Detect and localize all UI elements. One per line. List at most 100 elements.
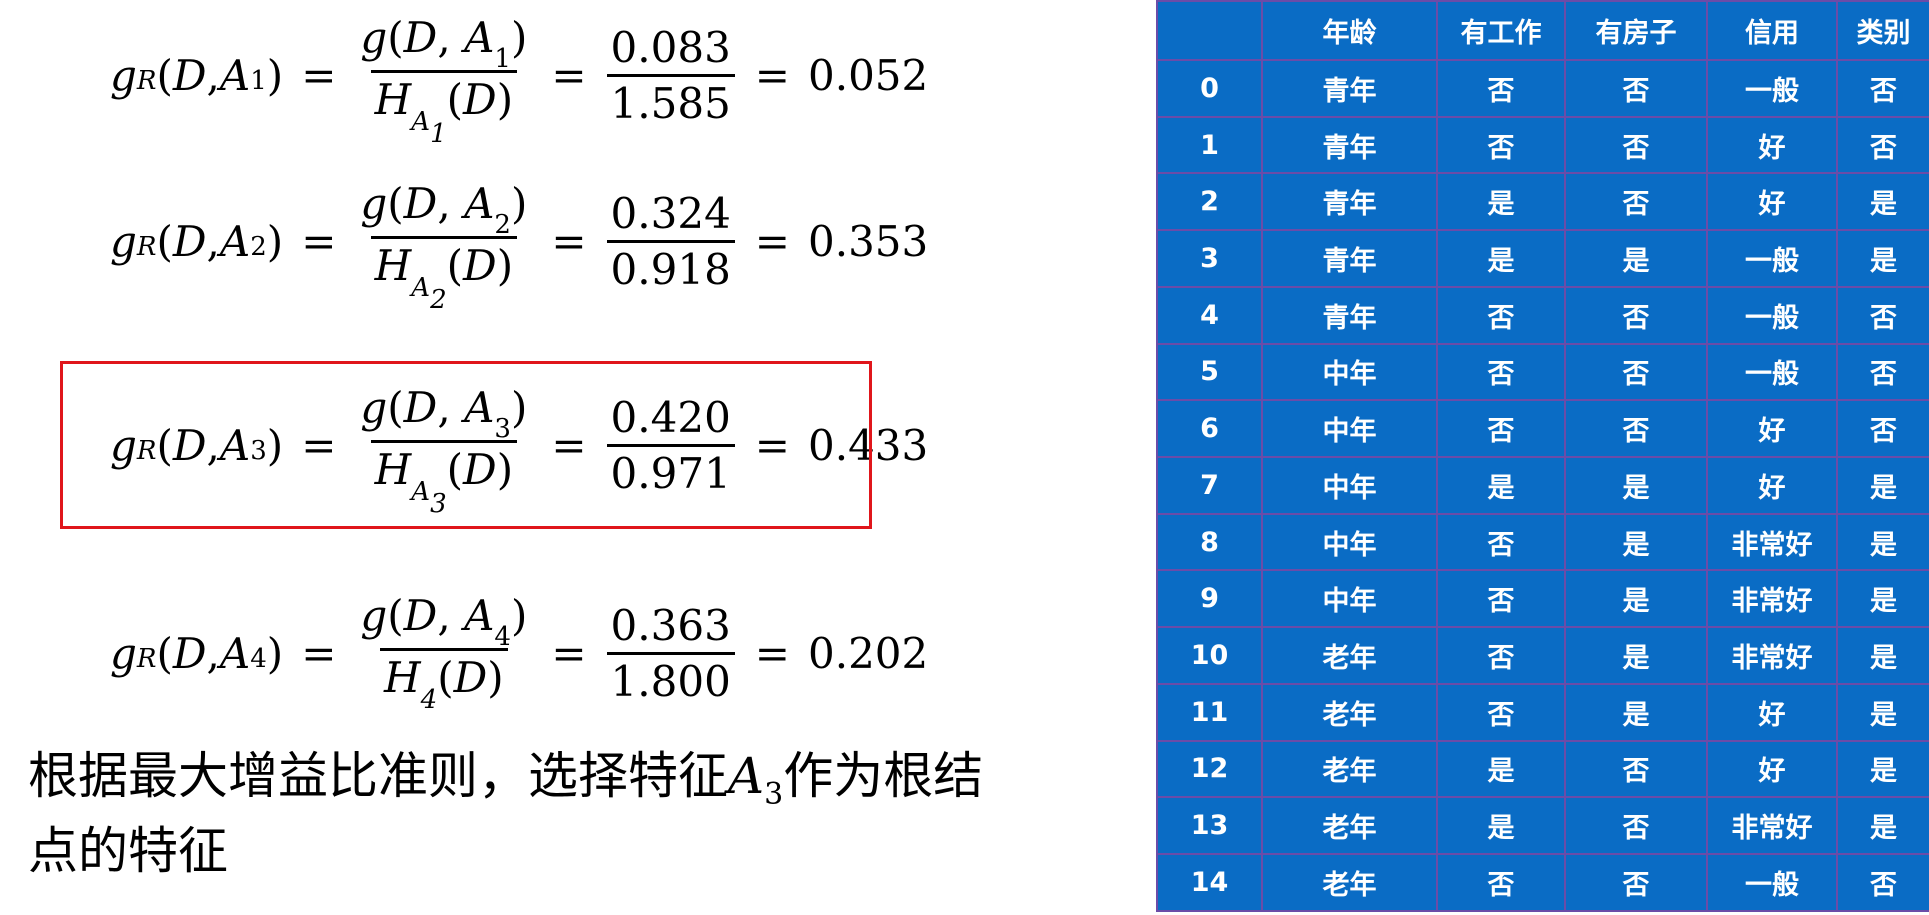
table-body: 0 青年否否一般否 1 青年否否好否 2 青年是否好是 3 青年是是一般是 4 青年否否一般否 5 中… <box>1156 59 1929 912</box>
table-cell: 否 <box>1564 399 1708 459</box>
table-cell: 好 <box>1706 456 1838 515</box>
table-row: 10 老年否是非常好是 <box>1156 626 1929 685</box>
table-cell: 一般 <box>1706 342 1838 402</box>
highlight-box <box>60 361 872 529</box>
table-cell: 否 <box>1836 853 1929 912</box>
table-cell: 是 <box>1836 456 1929 515</box>
table-cell: 是 <box>1836 682 1929 742</box>
table-cell: 是 <box>1564 456 1708 515</box>
gain-ratio-formula: g R(D, A 1) = g(D, A1) HA1(D) = 0.083 1.585 = 0.05… <box>110 13 929 149</box>
table-cell: 非常好 <box>1706 626 1838 685</box>
table-cell: 否 <box>1436 682 1566 742</box>
table-cell: 是 <box>1564 626 1708 685</box>
table-cell: 3 <box>1156 229 1263 288</box>
table-cell: 好 <box>1706 682 1838 742</box>
table-cell: 否 <box>1564 285 1708 345</box>
table-cell: 1 <box>1156 115 1263 175</box>
conclusion-variable: A3 <box>728 747 784 813</box>
table-cell: 是 <box>1564 569 1708 629</box>
table-cell: 否 <box>1436 342 1566 402</box>
table-cell: 青年 <box>1261 59 1438 118</box>
column-header: 有房子 <box>1564 0 1708 61</box>
table-header-row: 年龄 有工作 有房子 信用 类别 <box>1156 0 1929 61</box>
table-row: 11 老年否是好是 <box>1156 682 1929 742</box>
table-cell: 好 <box>1706 172 1838 232</box>
table-cell: 否 <box>1436 569 1566 629</box>
table-cell: 好 <box>1706 399 1838 459</box>
table-cell: 7 <box>1156 456 1263 515</box>
table-cell: 否 <box>1436 115 1566 175</box>
table-cell: 中年 <box>1261 342 1438 402</box>
table-cell: 一般 <box>1706 853 1838 912</box>
conclusion-before: 根据最大增益比准则，选择特征 <box>28 747 728 805</box>
table-cell: 11 <box>1156 682 1263 742</box>
table-cell: 是 <box>1564 512 1708 572</box>
table-cell: 是 <box>1436 456 1566 515</box>
table-cell: 10 <box>1156 626 1263 685</box>
table-cell: 中年 <box>1261 399 1438 459</box>
table-cell: 否 <box>1836 285 1929 345</box>
table-cell: 否 <box>1436 626 1566 685</box>
table-cell: 14 <box>1156 853 1263 912</box>
table-cell: 否 <box>1436 399 1566 459</box>
table-row: 12 老年是否好是 <box>1156 739 1929 799</box>
table-cell: 12 <box>1156 739 1263 799</box>
column-header: 类别 <box>1836 0 1929 61</box>
table-cell: 老年 <box>1261 626 1438 685</box>
table-cell: 是 <box>1836 229 1929 288</box>
table-cell: 是 <box>1436 172 1566 232</box>
table-cell: 中年 <box>1261 456 1438 515</box>
table-cell: 是 <box>1836 626 1929 685</box>
table-row: 3 青年是是一般是 <box>1156 229 1929 288</box>
table-row: 8 中年否是非常好是 <box>1156 512 1929 572</box>
table-cell: 老年 <box>1261 796 1438 856</box>
table-cell: 是 <box>1436 229 1566 288</box>
table-cell: 否 <box>1436 59 1566 118</box>
table-row: 7 中年是是好是 <box>1156 456 1929 515</box>
gain-ratio-formula: g R(D, A 4) = g(D, A4) H4(D) = 0.363 1.800 = 0.202 <box>110 591 929 715</box>
table-cell: 9 <box>1156 569 1263 629</box>
table-cell: 否 <box>1836 342 1929 402</box>
column-header: 信用 <box>1706 0 1838 61</box>
table-cell: 是 <box>1564 682 1708 742</box>
table-cell: 一般 <box>1706 229 1838 288</box>
table-cell: 8 <box>1156 512 1263 572</box>
column-header: 有工作 <box>1436 0 1566 61</box>
table-cell: 老年 <box>1261 853 1438 912</box>
table-cell: 老年 <box>1261 739 1438 799</box>
table-cell: 否 <box>1836 59 1929 118</box>
table-cell: 老年 <box>1261 682 1438 742</box>
table-cell: 一般 <box>1706 285 1838 345</box>
table-cell: 青年 <box>1261 172 1438 232</box>
table-row: 2 青年是否好是 <box>1156 172 1929 232</box>
table-cell: 青年 <box>1261 115 1438 175</box>
table-cell: 否 <box>1564 172 1708 232</box>
table-cell: 好 <box>1706 739 1838 799</box>
table-row: 4 青年否否一般否 <box>1156 285 1929 345</box>
table-cell: 否 <box>1564 853 1708 912</box>
table-row: 5 中年否否一般否 <box>1156 342 1929 402</box>
data-table: 年龄 有工作 有房子 信用 类别 0 青年否否一般否 1 青年否否好否 2 青年是否好是 3 青年是是… <box>1156 0 1929 912</box>
table-cell: 是 <box>1564 229 1708 288</box>
table-cell: 否 <box>1436 853 1566 912</box>
table-cell: 4 <box>1156 285 1263 345</box>
table-cell: 是 <box>1436 739 1566 799</box>
table-cell: 非常好 <box>1706 512 1838 572</box>
table-row: 14 老年否否一般否 <box>1156 853 1929 912</box>
conclusion-text: 根据最大增益比准则，选择特征A3作为根结点的特征 <box>28 748 1008 880</box>
table-cell: 否 <box>1564 59 1708 118</box>
table-cell: 是 <box>1836 512 1929 572</box>
table-cell: 6 <box>1156 399 1263 459</box>
table-row: 1 青年否否好否 <box>1156 115 1929 175</box>
table-cell: 否 <box>1564 342 1708 402</box>
gain-ratio-formula: g R(D, A 2) = g(D, A2) HA2(D) = 0.324 0.918 = 0.35… <box>110 179 929 315</box>
table-cell: 一般 <box>1706 59 1838 118</box>
table-cell: 否 <box>1564 796 1708 856</box>
table-cell: 非常好 <box>1706 796 1838 856</box>
table-cell: 2 <box>1156 172 1263 232</box>
table-row: 13 老年是否非常好是 <box>1156 796 1929 856</box>
table-cell: 否 <box>1836 115 1929 175</box>
table-cell: 是 <box>1836 739 1929 799</box>
table-cell: 13 <box>1156 796 1263 856</box>
table-cell: 好 <box>1706 115 1838 175</box>
